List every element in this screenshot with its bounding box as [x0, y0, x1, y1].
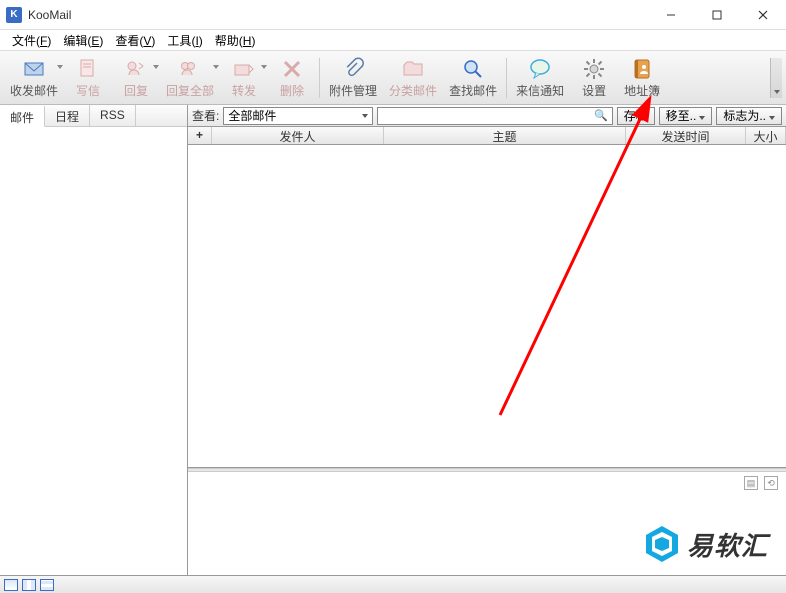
paperclip-icon: [341, 57, 365, 81]
search-icon: 🔍: [594, 109, 608, 122]
tab-rss[interactable]: RSS: [90, 105, 136, 126]
watermark-hex-icon: [645, 525, 679, 563]
column-subject[interactable]: 主题: [384, 127, 626, 144]
address-label: 地址簿: [624, 82, 660, 99]
menu-help[interactable]: 帮助(H): [209, 30, 262, 51]
magnifier-icon: [461, 57, 485, 81]
column-sender[interactable]: 发件人: [212, 127, 384, 144]
address-book-icon: [630, 57, 654, 81]
speech-bubble-icon: [528, 57, 552, 81]
filter-bar: 查看: 全部邮件 🔍 存档 移至.. 标志为..: [188, 105, 786, 127]
categorize-label: 分类邮件: [389, 82, 437, 99]
move-to-button[interactable]: 移至..: [659, 107, 713, 125]
column-sent-time[interactable]: 发送时间: [626, 127, 746, 144]
chevron-down-icon: [362, 114, 368, 118]
toolbar-separator: [506, 58, 507, 98]
app-icon: K: [6, 7, 22, 23]
minimize-button[interactable]: [648, 0, 694, 30]
watermark-logo: 易软汇: [645, 525, 768, 563]
menu-file[interactable]: 文件(F): [6, 30, 57, 51]
receive-send-label: 收发邮件: [10, 82, 58, 99]
categorize-button[interactable]: 分类邮件: [383, 55, 443, 101]
column-attachment[interactable]: +: [188, 127, 212, 144]
view-label: 查看:: [192, 107, 219, 124]
delete-label: 删除: [280, 82, 304, 99]
compose-button[interactable]: 写信: [64, 55, 112, 101]
attachment-manager-button[interactable]: 附件管理: [323, 55, 383, 101]
toolbar-overflow[interactable]: [770, 58, 782, 98]
main-area: 邮件 日程 RSS 查看: 全部邮件 🔍 存档 移至.. 标志为.. + 发件人…: [0, 105, 786, 575]
sidebar-tabs: 邮件 日程 RSS: [0, 105, 187, 127]
reply-label: 回复: [124, 82, 148, 99]
menu-edit[interactable]: 编辑(E): [57, 30, 109, 51]
mail-notify-button[interactable]: 来信通知: [510, 55, 570, 101]
view-combo[interactable]: 全部邮件: [223, 107, 373, 125]
menu-view[interactable]: 查看(V): [109, 30, 161, 51]
delete-icon: [280, 57, 304, 81]
window-title: KooMail: [28, 8, 648, 22]
compose-label: 写信: [76, 82, 100, 99]
window-controls: [648, 0, 786, 30]
settings-label: 设置: [582, 82, 606, 99]
column-header: + 发件人 主题 发送时间 大小: [188, 127, 786, 145]
tab-mail[interactable]: 邮件: [0, 106, 45, 127]
watermark-text: 易软汇: [687, 526, 768, 563]
reply-all-icon: [178, 57, 202, 81]
preview-page-icon[interactable]: ▤: [744, 476, 758, 490]
address-book-button[interactable]: 地址簿: [618, 55, 666, 101]
reply-icon: [124, 57, 148, 81]
receive-send-button[interactable]: 收发邮件: [4, 55, 64, 101]
archive-button[interactable]: 存档: [617, 107, 655, 125]
right-content: 查看: 全部邮件 🔍 存档 移至.. 标志为.. + 发件人 主题 发送时间 大…: [188, 105, 786, 575]
close-button[interactable]: [740, 0, 786, 30]
flag-as-button[interactable]: 标志为..: [716, 107, 782, 125]
mail-list[interactable]: [188, 145, 786, 468]
folder-tree[interactable]: [0, 127, 187, 575]
reply-button[interactable]: 回复: [112, 55, 160, 101]
maximize-button[interactable]: [694, 0, 740, 30]
preview-source-icon[interactable]: ⟲: [764, 476, 778, 490]
attachment-label: 附件管理: [329, 82, 377, 99]
notify-label: 来信通知: [516, 82, 564, 99]
column-size[interactable]: 大小: [746, 127, 786, 144]
menu-tools[interactable]: 工具(I): [161, 30, 208, 51]
titlebar: K KooMail: [0, 0, 786, 30]
forward-label: 转发: [232, 82, 256, 99]
layout-view-3-icon[interactable]: [40, 579, 54, 591]
find-mail-button[interactable]: 查找邮件: [443, 55, 503, 101]
layout-view-2-icon[interactable]: [22, 579, 36, 591]
find-label: 查找邮件: [449, 82, 497, 99]
forward-icon: [232, 57, 256, 81]
compose-icon: [76, 57, 100, 81]
gear-icon: [582, 57, 606, 81]
settings-button[interactable]: 设置: [570, 55, 618, 101]
delete-button[interactable]: 删除: [268, 55, 316, 101]
toolbar-separator: [319, 58, 320, 98]
view-combo-value: 全部邮件: [228, 107, 276, 124]
menubar: 文件(F) 编辑(E) 查看(V) 工具(I) 帮助(H): [0, 30, 786, 51]
forward-button[interactable]: 转发: [220, 55, 268, 101]
folder-icon: [401, 57, 425, 81]
reply-all-label: 回复全部: [166, 82, 214, 99]
toolbar: 收发邮件 写信 回复 回复全部 转发 删除 附件管理 分类邮件 查找邮件 来信通…: [0, 51, 786, 105]
reply-all-button[interactable]: 回复全部: [160, 55, 220, 101]
tab-calendar[interactable]: 日程: [45, 105, 90, 126]
layout-view-1-icon[interactable]: [4, 579, 18, 591]
status-bar: [0, 575, 786, 593]
search-input[interactable]: 🔍: [377, 107, 612, 125]
left-sidebar: 邮件 日程 RSS: [0, 105, 188, 575]
mail-send-receive-icon: [22, 57, 46, 81]
